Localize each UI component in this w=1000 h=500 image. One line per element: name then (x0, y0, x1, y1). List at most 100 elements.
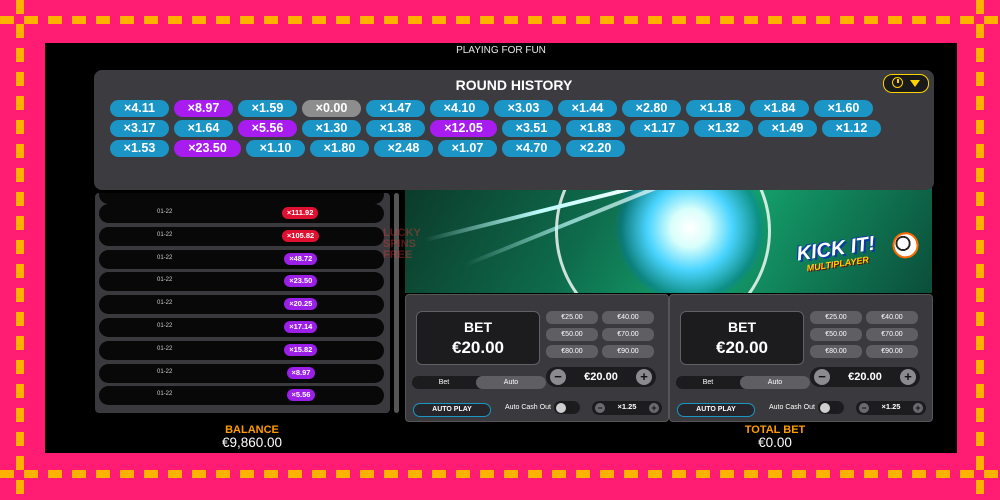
total-bet-display: TOTAL BET €0.00 (715, 424, 835, 450)
toggle-knob (556, 402, 566, 413)
history-multiplier-chip: ×1.84 (750, 100, 809, 117)
tab-bet[interactable]: Bet (412, 376, 476, 389)
history-multiplier-chip: ×1.59 (238, 100, 297, 117)
history-multiplier-chip: ×1.53 (110, 140, 169, 157)
bet-stepper: − €20.00 + (546, 367, 656, 387)
frame-border-top (0, 16, 1000, 24)
bet-multiplier-badge: ×5.56 (286, 389, 316, 402)
bet-panel: BET €20.00 Bet Auto − €20.00 + AUTO PLAY Auto Ca… (669, 294, 933, 422)
history-multiplier-chip: ×1.12 (822, 120, 881, 137)
history-multiplier-chip: ×1.83 (566, 120, 625, 137)
history-multiplier-chip: ×2.20 (566, 140, 625, 157)
bet-preset-button[interactable]: €70.00 (602, 328, 654, 341)
bet-multiplier-badge: ×8.97 (286, 366, 316, 379)
auto-cash-out-toggle[interactable] (818, 401, 844, 414)
history-multiplier-chip: ×1.10 (246, 140, 305, 157)
bet-mode-tabs: Bet Auto (676, 376, 810, 389)
table-row (99, 193, 384, 204)
playing-for-fun-label: PLAYING FOR FUN (456, 45, 546, 56)
bet-preset-button[interactable]: €70.00 (866, 328, 918, 341)
bet-amount-display: BET €20.00 (680, 311, 804, 365)
history-multiplier-chip: ×1.18 (686, 100, 745, 117)
bet-date: 01-22 (157, 323, 173, 329)
history-multiplier-chip: ×3.51 (502, 120, 561, 137)
history-multiplier-chip: ×1.60 (814, 100, 873, 117)
ball-glow (615, 183, 765, 293)
table-row: 01-22 ×15.82 (99, 340, 384, 360)
bet-date: 01-22 (157, 368, 173, 375)
cash-out-stepper: − ×1.25 + (856, 401, 926, 415)
bet-date: 01-22 (157, 231, 173, 238)
soccer-ball-icon (890, 230, 921, 260)
table-row: 01-22 ×5.56 (99, 386, 384, 406)
table-row: 01-22 ×111.92 (99, 204, 384, 223)
history-multiplier-chip: ×1.49 (758, 120, 817, 137)
bet-multiplier-badge: ×15.82 (284, 343, 318, 356)
auto-play-button[interactable]: AUTO PLAY (413, 403, 491, 417)
bet-label: BET (464, 319, 492, 335)
bet-panel: BET €20.00 Bet Auto − €20.00 + AUTO PLAY Auto Ca… (405, 294, 669, 422)
bet-multiplier-badge: ×48.72 (284, 252, 318, 265)
bet-date: 01-22 (157, 300, 173, 307)
history-multiplier-chip: ×1.30 (302, 120, 361, 137)
bet-amount: €20.00 (716, 338, 768, 357)
bet-preset-button[interactable]: €80.00 (810, 345, 862, 358)
history-multiplier-chip: ×4.11 (110, 100, 169, 117)
history-multiplier-chip: ×3.17 (110, 120, 169, 137)
bet-date: 01-22 (157, 391, 173, 398)
bet-preset-button[interactable]: €50.00 (810, 328, 862, 341)
bet-preset-button[interactable]: €40.00 (866, 311, 918, 324)
frame-border-bottom (0, 470, 1000, 478)
bet-stepper: − €20.00 + (810, 367, 920, 387)
tab-auto[interactable]: Auto (740, 376, 810, 389)
increase-cashout-button[interactable]: + (913, 403, 923, 413)
round-history-panel: ROUND HISTORY ×4.11 ×8.97 ×1.59 ×0.00 ×1.47 ×… (94, 70, 934, 190)
increase-bet-button[interactable]: + (900, 369, 916, 385)
round-history-title: ROUND HISTORY (455, 77, 573, 93)
frame-border-left (16, 0, 24, 500)
table-row: 01-22 ×23.50 (99, 272, 384, 292)
bet-preset-button[interactable]: €90.00 (602, 345, 654, 358)
frame-border-right (976, 0, 984, 500)
bets-list-scrollbar[interactable] (394, 193, 399, 413)
live-bets-list[interactable]: 01-22 ×111.92 01-22 ×105.82 01-22 ×48.72 01-22… (95, 193, 390, 413)
bet-preset-button[interactable]: €40.00 (602, 311, 654, 324)
bet-preset-button[interactable]: €90.00 (866, 345, 918, 358)
cash-out-stepper: − ×1.25 + (592, 401, 662, 415)
increase-bet-button[interactable]: + (636, 369, 652, 385)
bet-multiplier-badge: ×17.14 (284, 321, 318, 333)
history-multiplier-chip: ×0.00 (302, 100, 361, 117)
history-multiplier-chip: ×23.50 (174, 140, 241, 157)
bet-preset-button[interactable]: €25.00 (546, 311, 598, 324)
history-toggle-button[interactable] (883, 74, 929, 93)
bet-date: 01-22 (157, 209, 173, 215)
history-multiplier-chip: ×1.80 (310, 140, 369, 157)
tab-bet[interactable]: Bet (676, 376, 740, 389)
table-row: 01-22 ×48.72 (99, 249, 384, 269)
balance-display: BALANCE €9,860.00 (192, 424, 312, 450)
history-multiplier-chip: ×1.44 (558, 100, 617, 117)
bet-preset-button[interactable]: €80.00 (546, 345, 598, 358)
increase-cashout-button[interactable]: + (649, 403, 659, 413)
history-multiplier-chip: ×1.32 (694, 120, 753, 137)
auto-play-button[interactable]: AUTO PLAY (677, 403, 755, 417)
bet-label: BET (728, 319, 756, 335)
bet-preset-button[interactable]: €50.00 (546, 328, 598, 341)
table-row: 01-22 ×20.25 (99, 295, 384, 315)
history-multiplier-chip: ×2.48 (374, 140, 433, 157)
bet-date: 01-22 (157, 254, 173, 261)
bet-preset-button[interactable]: €25.00 (810, 311, 862, 324)
bet-amount-display: BET €20.00 (416, 311, 540, 365)
history-multiplier-chip: ×1.07 (438, 140, 497, 157)
tab-auto[interactable]: Auto (476, 376, 546, 389)
bet-multiplier-badge: ×105.82 (281, 229, 320, 242)
table-row: 01-22 ×8.97 (99, 363, 384, 383)
history-multiplier-chip: ×1.38 (366, 120, 425, 137)
history-multiplier-chip: ×5.56 (238, 120, 297, 137)
watermark-line: FREE (383, 249, 413, 261)
chevron-down-icon (910, 80, 920, 87)
game-banner: KICK IT! MULTIPLAYER (405, 183, 932, 293)
total-bet-value: €0.00 (758, 435, 792, 450)
auto-cash-out-toggle[interactable] (554, 401, 580, 414)
history-multiplier-chip: ×4.70 (502, 140, 561, 157)
